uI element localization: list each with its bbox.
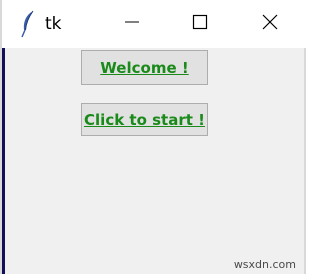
maximize-icon bbox=[192, 14, 208, 34]
watermark-text: wsxdn.com bbox=[233, 258, 296, 271]
background-window-edge bbox=[2, 48, 5, 274]
minimize-icon bbox=[124, 14, 140, 34]
window-title: tk bbox=[45, 14, 62, 34]
minimize-button[interactable] bbox=[109, 0, 155, 48]
title-bar[interactable]: tk bbox=[2, 0, 308, 48]
maximize-button[interactable] bbox=[177, 0, 223, 48]
close-button[interactable] bbox=[247, 0, 293, 48]
tk-window: tk Welcome ! Click to start ! wsxdn.com bbox=[0, 0, 308, 274]
welcome-button[interactable]: Welcome ! bbox=[81, 50, 208, 85]
start-button[interactable]: Click to start ! bbox=[81, 103, 208, 136]
close-icon bbox=[262, 14, 278, 34]
feather-icon bbox=[20, 10, 36, 38]
